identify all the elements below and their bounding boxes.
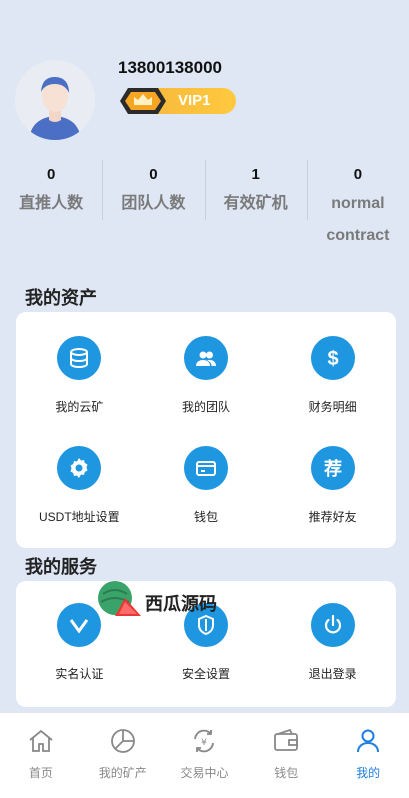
assets-title: 我的资产 [25,288,97,308]
stat-label: 有效矿机 [223,195,288,212]
my-team-button[interactable]: 我的团队 [143,316,270,426]
tab-label: 首页 [28,766,53,780]
cell-label: 推荐好友 [308,510,357,524]
stat-direct-referrals[interactable]: 0 直推人数 [0,160,102,250]
cell-label: 安全设置 [181,667,230,681]
svg-text:荐: 荐 [323,458,342,480]
wallet-button[interactable]: 钱包 [143,426,270,536]
database-icon [57,336,102,380]
finance-details-button[interactable]: $ 财务明细 [269,316,396,426]
home-icon [29,729,53,752]
avatar[interactable] [15,60,95,140]
cell-label: 退出登录 [308,667,357,681]
tab-label: 我的矿产 [98,766,147,780]
tab-trading-center[interactable]: ¥ 交易中心 [164,713,246,798]
tab-label: 交易中心 [180,766,229,780]
usdt-address-settings-button[interactable]: USDT地址设置 [16,426,143,536]
profile-header: 13800138000 VIP1 [0,0,409,160]
watermark: 西瓜源码 [95,578,235,624]
assets-card: 我的云矿 我的团队 $ 财务明细 USDT地址设置 钱包 荐 推荐好友 [16,312,396,548]
stat-value: 1 [251,166,260,183]
exchange-icon: ¥ [194,729,215,753]
crown-icon [120,88,166,114]
cell-label: 我的云矿 [55,400,104,414]
stat-label: normal contract [326,195,390,244]
logout-button[interactable]: 退出登录 [269,583,396,693]
stat-normal-contract[interactable]: 0 normal contract [306,160,409,250]
team-icon [183,336,228,380]
user-phone: 13800138000 [118,58,223,77]
dollar-icon: $ [310,336,355,380]
services-title: 我的服务 [25,557,97,577]
recommend-friends-button[interactable]: 荐 推荐好友 [269,426,396,536]
stat-label: 直推人数 [19,195,84,212]
wallet-icon [274,728,299,751]
stat-label: 团队人数 [121,195,186,212]
pie-icon [110,729,135,753]
gear-icon [57,446,102,490]
user-icon [357,729,380,753]
bottom-tab-bar: 首页 我的矿产 ¥ 交易中心 钱包 我的 [0,712,409,798]
my-cloud-mine-button[interactable]: 我的云矿 [16,316,143,426]
svg-text:$: $ [327,348,338,370]
stat-value: 0 [46,166,56,183]
cell-label: 钱包 [193,510,218,524]
cell-label: 我的团队 [181,400,230,414]
svg-text:¥: ¥ [202,738,208,748]
stats-row: 0 直推人数 0 团队人数 1 有效矿机 0 normal contract [0,160,409,250]
cell-label: 实名认证 [55,667,104,681]
watermark-text: 西瓜源码 [145,594,217,614]
power-icon [310,603,355,647]
cell-label: USDT地址设置 [38,510,120,524]
tab-label: 钱包 [274,766,299,780]
cell-label: 财务明细 [308,400,357,414]
vip-badge: VIP1 [118,86,238,116]
tab-me[interactable]: 我的 [327,713,409,798]
stat-value: 0 [353,166,363,183]
watermelon-icon [98,581,141,616]
stat-team-size[interactable]: 0 团队人数 [102,160,204,250]
stat-value: 0 [149,166,158,183]
tab-wallet[interactable]: 钱包 [245,713,327,798]
tab-label: 我的 [356,766,381,780]
card-icon [183,446,228,490]
recommend-icon: 荐 [310,446,355,490]
tab-home[interactable]: 首页 [0,713,82,798]
vip-level: VIP1 [178,92,211,109]
stat-active-miners[interactable]: 1 有效矿机 [204,160,307,250]
tab-my-mines[interactable]: 我的矿产 [82,713,164,798]
